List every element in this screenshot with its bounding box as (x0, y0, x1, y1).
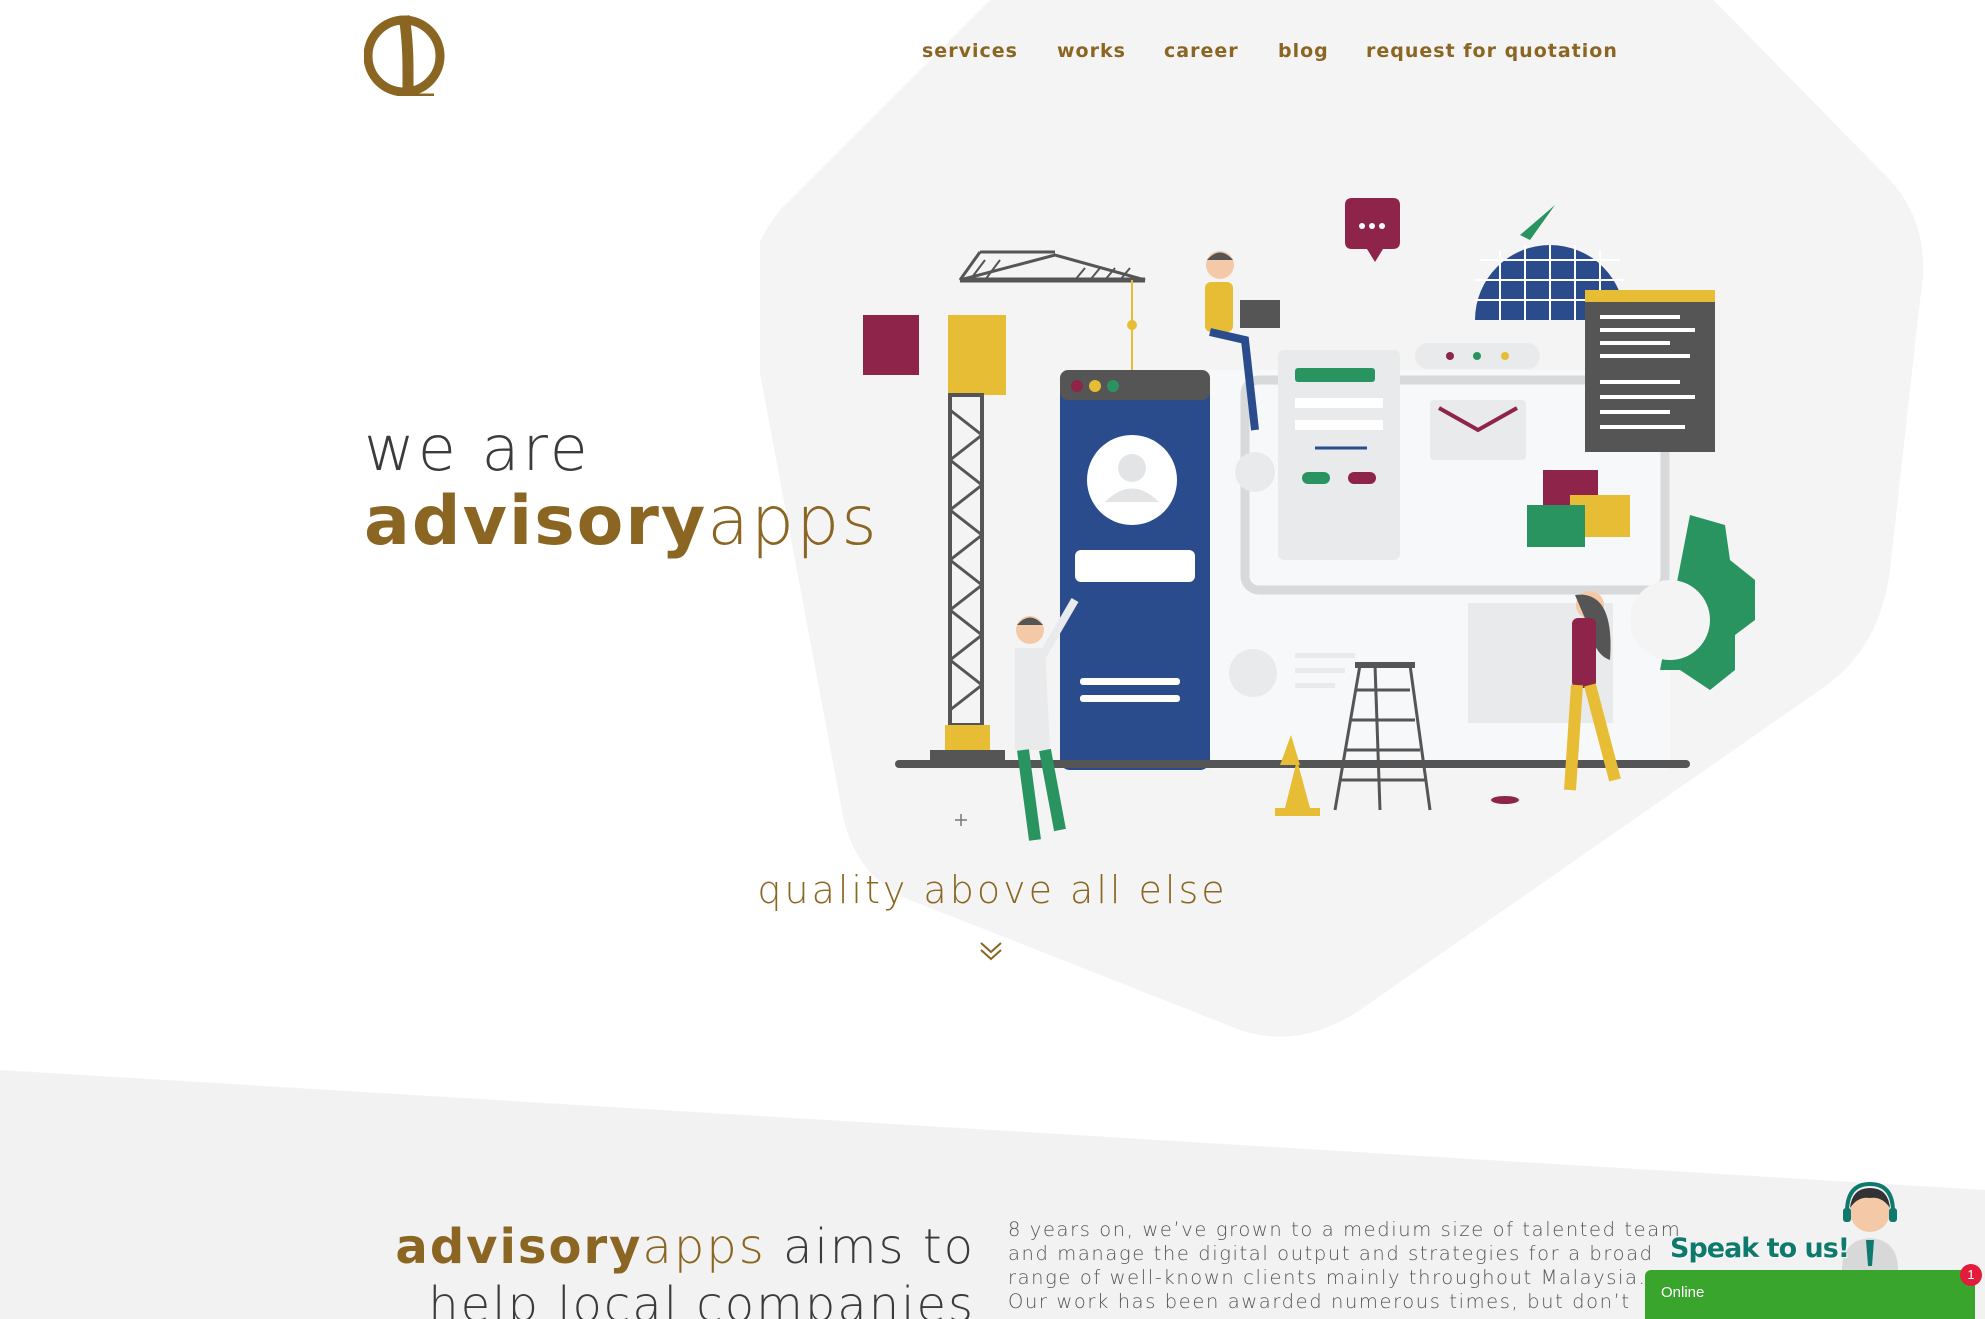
about-paragraph: 8 years on, we’ve grown to a medium size… (1008, 1218, 1682, 1319)
hero-illustration (863, 198, 1755, 841)
about-brand-light: apps (642, 1219, 766, 1275)
nav-works[interactable]: works (1057, 40, 1126, 62)
hero-tagline: quality above all else (757, 868, 1228, 912)
double-chevron-down-icon[interactable] (978, 938, 1004, 964)
about-brand-bold: advisory (395, 1219, 643, 1275)
brand-light-text: apps (707, 482, 879, 561)
about-heading: advisoryapps aims to help local companie… (390, 1218, 975, 1319)
about-heading-line2: help local companies (428, 1277, 975, 1319)
chat-notification-badge: 1 (1960, 1264, 1982, 1286)
nav-request-for-quotation[interactable]: request for quotation (1366, 40, 1618, 62)
about-heading-rest: aims to (765, 1219, 975, 1275)
chat-status: Online (1661, 1284, 1705, 1301)
chat-widget-bar[interactable]: Online (1645, 1270, 1975, 1319)
hero-brand-name: advisoryapps (364, 482, 879, 561)
nav-services[interactable]: services (922, 40, 1018, 62)
chat-call-to-action[interactable]: Speak to us! (1670, 1233, 1850, 1264)
about-heading-line1: advisoryapps aims to (390, 1218, 975, 1276)
nav-blog[interactable]: blog (1278, 40, 1329, 62)
hero-intro-text: we are (364, 412, 591, 485)
brand-bold-text: advisory (364, 482, 708, 561)
main-nav: services works career blog request for q… (0, 40, 1985, 70)
nav-career[interactable]: career (1164, 40, 1239, 62)
